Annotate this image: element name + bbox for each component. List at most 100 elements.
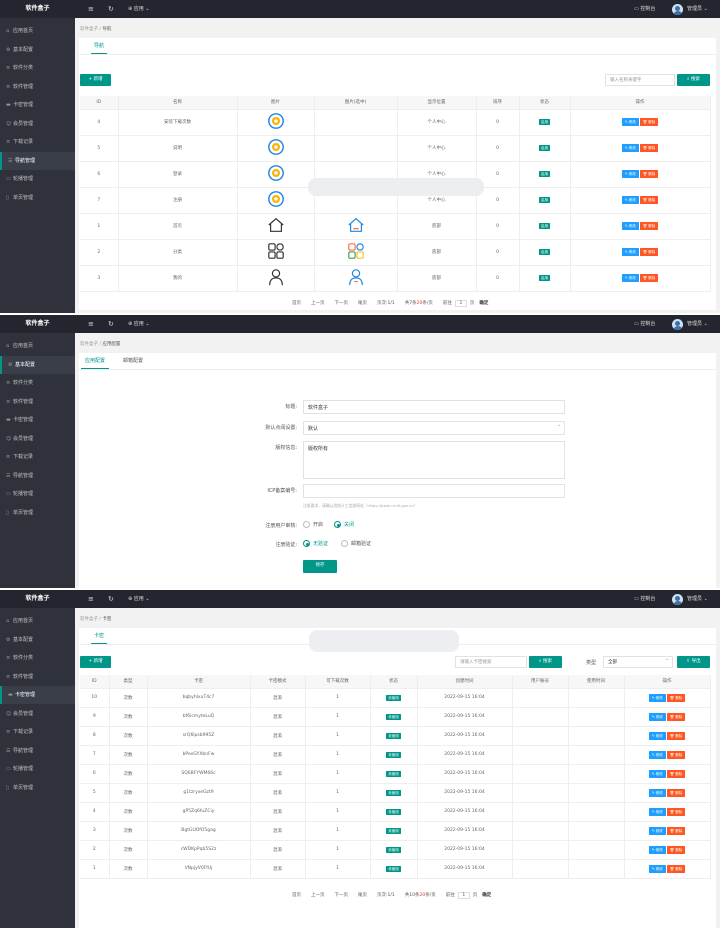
user-menu[interactable]: 管理员 ⌄	[687, 315, 708, 333]
pager-prev[interactable]: 上一页	[311, 300, 325, 306]
sidebar-item-0[interactable]: ⌂ 应用首页	[0, 612, 75, 630]
pager-confirm-button[interactable]: 确定	[479, 300, 488, 306]
app-menu[interactable]: ⊕ 应用 ⌄	[128, 315, 150, 333]
edit-button[interactable]: ✎ 修改	[648, 807, 666, 816]
pager-next[interactable]: 下一页	[335, 300, 349, 306]
pager-last[interactable]: 尾页	[358, 300, 367, 306]
delete-button[interactable]: 🗑 删除	[639, 222, 659, 230]
icp-input[interactable]	[303, 484, 565, 498]
avatar[interactable]	[672, 319, 683, 330]
review-off-radio[interactable]: 关闭	[334, 521, 354, 528]
delete-button[interactable]: 🗑 删除	[666, 693, 686, 702]
sidebar-item-0[interactable]: ⌂ 应用首页	[0, 337, 75, 355]
delete-button[interactable]: 🗑 删除	[639, 248, 659, 256]
delete-button[interactable]: 🗑 删除	[666, 826, 686, 835]
sidebar-item-8[interactable]: ▭ 轮播管理	[0, 170, 75, 188]
pager-next[interactable]: 下一页	[335, 892, 349, 898]
delete-button[interactable]: 🗑 删除	[666, 864, 686, 873]
sidebar-item-8[interactable]: ▭ 轮播管理	[0, 485, 75, 503]
app-menu[interactable]: ⊕ 应用 ⌄	[128, 590, 150, 608]
verify-email-radio[interactable]: 邮箱验证	[341, 540, 371, 547]
sidebar-item-5[interactable]: ☺ 会员管理	[0, 115, 75, 133]
breadcrumb-home[interactable]: 软件盒子	[80, 27, 98, 32]
user-menu[interactable]: 管理员 ⌄	[687, 590, 708, 608]
edit-button[interactable]: ✎ 修改	[648, 845, 666, 854]
review-on-radio[interactable]: 开启	[303, 521, 323, 528]
sidebar-item-9[interactable]: ▯ 单页管理	[0, 504, 75, 522]
export-button[interactable]: ⇧ 导出	[677, 656, 710, 668]
sidebar-item-2[interactable]: ≡ 软件分类	[0, 59, 75, 77]
app-menu[interactable]: ⊕ 应用 ⌄	[128, 0, 150, 18]
search-input[interactable]: 输入名称关键字	[605, 74, 675, 86]
sidebar-item-1[interactable]: ⚙ 基本配置	[0, 631, 75, 649]
save-button[interactable]: 保存	[303, 560, 337, 573]
pager-last[interactable]: 尾页	[358, 892, 367, 898]
edit-button[interactable]: ✎ 修改	[648, 712, 666, 721]
breadcrumb-home[interactable]: 软件盒子	[80, 342, 98, 347]
sidebar-item-6[interactable]: ≡ 下载记录	[0, 448, 75, 466]
sidebar-item-3[interactable]: ≡ 软件管理	[0, 393, 75, 411]
breadcrumb-home[interactable]: 软件盒子	[80, 617, 98, 622]
delete-button[interactable]: 🗑 删除	[666, 750, 686, 759]
edit-button[interactable]: ✎ 修改	[648, 788, 666, 797]
edit-button[interactable]: ✎ 修改	[648, 769, 666, 778]
edit-button[interactable]: ✎ 修改	[621, 248, 639, 256]
sidebar-item-2[interactable]: ≡ 软件分类	[0, 374, 75, 392]
sidebar-item-0[interactable]: ⌂ 应用首页	[0, 22, 75, 40]
tab-nav[interactable]: 导航	[91, 41, 108, 54]
sidebar-item-4[interactable]: ▬ 卡密管理	[0, 411, 75, 429]
delete-button[interactable]: 🗑 删除	[666, 731, 686, 740]
pager-first[interactable]: 首页	[292, 300, 301, 306]
delete-button[interactable]: 🗑 删除	[666, 845, 686, 854]
edit-button[interactable]: ✎ 修改	[621, 196, 639, 204]
sidebar-item-2[interactable]: ≡ 软件分类	[0, 649, 75, 667]
pager-prev[interactable]: 上一页	[311, 892, 325, 898]
edit-button[interactable]: ✎ 修改	[648, 693, 666, 702]
hamburger-icon[interactable]: ≡	[88, 315, 94, 333]
refresh-icon[interactable]: ↻	[108, 315, 114, 333]
add-button[interactable]: + 新增	[80, 656, 111, 668]
search-input[interactable]: 请输入卡密搜索	[455, 656, 527, 668]
sidebar-item-9[interactable]: ▯ 单页管理	[0, 779, 75, 797]
sidebar-item-7[interactable]: ☰ 导航管理	[0, 742, 75, 760]
console-link[interactable]: ▭ 控制台	[634, 315, 655, 333]
pager-first[interactable]: 首页	[292, 892, 301, 898]
pager-goto-input[interactable]: 1	[457, 892, 470, 899]
pager-goto-input[interactable]: 1	[454, 300, 467, 307]
delete-button[interactable]: 🗑 删除	[666, 712, 686, 721]
tab-email-config[interactable]: 邮箱配置	[119, 356, 147, 369]
edit-button[interactable]: ✎ 修改	[621, 144, 639, 152]
tab-cards[interactable]: 卡密	[91, 631, 108, 644]
delete-button[interactable]: 🗑 删除	[666, 807, 686, 816]
edit-button[interactable]: ✎ 修改	[648, 864, 666, 873]
sidebar-item-7[interactable]: ☰ 导航管理	[0, 467, 75, 485]
verify-none-radio[interactable]: 无验证	[303, 540, 328, 547]
hamburger-icon[interactable]: ≡	[88, 590, 94, 608]
avatar[interactable]	[672, 4, 683, 15]
hamburger-icon[interactable]: ≡	[88, 0, 94, 18]
app-logo[interactable]: 软件盒子	[0, 590, 75, 608]
search-button[interactable]: ⌕ 搜索	[529, 656, 562, 668]
app-logo[interactable]: 软件盒子	[0, 0, 75, 18]
delete-button[interactable]: 🗑 删除	[666, 769, 686, 778]
sidebar-item-5[interactable]: ☺ 会员管理	[0, 430, 75, 448]
sidebar-item-4[interactable]: ▬ 卡密管理	[0, 96, 75, 114]
delete-button[interactable]: 🗑 删除	[666, 788, 686, 797]
sidebar-item-3[interactable]: ≡ 软件管理	[0, 78, 75, 96]
edit-button[interactable]: ✎ 修改	[648, 826, 666, 835]
tab-app-config[interactable]: 应用配置	[81, 356, 110, 369]
sidebar-item-1[interactable]: ⚙ 基本配置	[0, 41, 75, 59]
search-button[interactable]: ⌕ 搜索	[677, 74, 710, 86]
user-menu[interactable]: 管理员 ⌄	[687, 0, 708, 18]
title-input[interactable]: 软件盒子	[303, 400, 565, 414]
refresh-icon[interactable]: ↻	[108, 0, 114, 18]
console-link[interactable]: ▭ 控制台	[634, 590, 655, 608]
app-logo[interactable]: 软件盒子	[0, 315, 75, 333]
edit-button[interactable]: ✎ 修改	[621, 118, 639, 126]
delete-button[interactable]: 🗑 删除	[639, 170, 659, 178]
delete-button[interactable]: 🗑 删除	[639, 144, 659, 152]
copyright-textarea[interactable]: 版权所有	[303, 441, 565, 479]
sidebar-item-9[interactable]: ▯ 单页管理	[0, 189, 75, 207]
sidebar-item-6[interactable]: ≡ 下载记录	[0, 723, 75, 741]
edit-button[interactable]: ✎ 修改	[621, 170, 639, 178]
